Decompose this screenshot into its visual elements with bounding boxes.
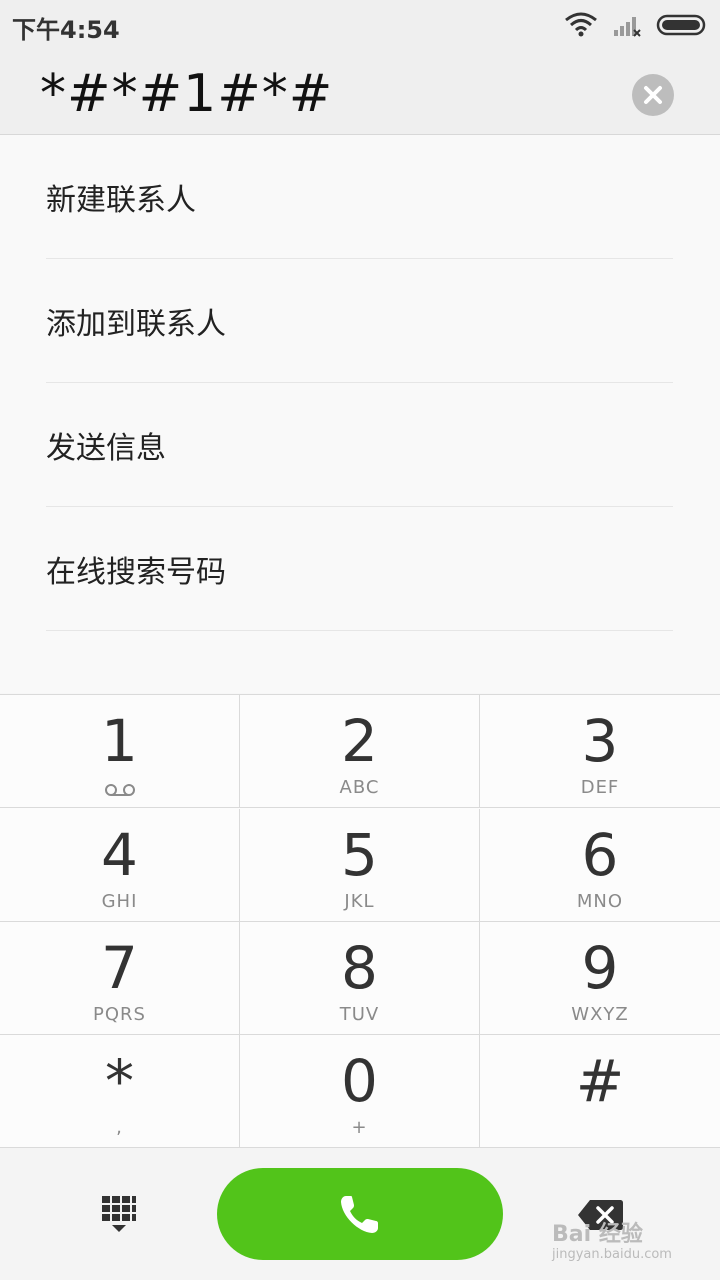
dialer-header: *#*#1#*# [0, 50, 720, 135]
key-0[interactable]: 0 + [240, 1035, 480, 1148]
option-new-contact[interactable]: 新建联系人 [46, 135, 673, 259]
key-letters: MNO [576, 891, 624, 912]
key-digit: 6 [581, 821, 619, 889]
key-digit: 3 [581, 707, 619, 775]
key-digit: 2 [341, 707, 378, 775]
key-digit: 0 [341, 1047, 378, 1115]
key-letters: PQRS [93, 1004, 146, 1025]
key-letters: JKL [344, 891, 375, 912]
key-star[interactable]: * , [0, 1035, 240, 1148]
key-letters: DEF [580, 777, 620, 798]
key-letters: WXYZ [571, 1004, 629, 1025]
key-4[interactable]: 4 GHI [0, 809, 240, 922]
key-digit: 9 [581, 934, 619, 1002]
status-icons [564, 10, 708, 40]
watermark-url: jingyan.baidu.com [552, 1247, 672, 1262]
dial-keypad: 1 2 ABC 3 DEF 4 GHI 5 JKL 6 MNO 7 PQRS 8… [0, 694, 720, 1149]
status-bar: 下午4:54 [0, 0, 720, 50]
key-digit: 7 [101, 934, 138, 1002]
close-icon [644, 86, 662, 104]
key-3[interactable]: 3 DEF [480, 695, 720, 808]
options-list: 新建联系人 添加到联系人 发送信息 在线搜索号码 [0, 135, 720, 693]
signal-icon [614, 17, 641, 37]
option-label: 在线搜索号码 [46, 555, 226, 590]
key-letters: GHI [101, 891, 138, 912]
watermark-brand: Bai 经验 [552, 1222, 643, 1247]
key-letters: TUV [339, 1004, 380, 1025]
key-9[interactable]: 9 WXYZ [480, 922, 720, 1035]
key-7[interactable]: 7 PQRS [0, 922, 240, 1035]
key-1[interactable]: 1 [0, 695, 240, 808]
key-letters: + [351, 1117, 368, 1138]
voicemail-icon [105, 784, 135, 796]
key-digit: 4 [101, 821, 138, 889]
key-digit: # [575, 1047, 625, 1115]
key-5[interactable]: 5 JKL [240, 809, 480, 922]
key-digit: 1 [101, 707, 138, 775]
dialpad-grid-icon[interactable] [98, 1192, 142, 1236]
phone-icon [341, 1196, 378, 1233]
clear-button[interactable] [632, 74, 674, 116]
dialed-number[interactable]: *#*#1#*# [40, 64, 333, 124]
key-8[interactable]: 8 TUV [240, 922, 480, 1035]
option-add-to-contact[interactable]: 添加到联系人 [46, 259, 673, 383]
option-send-message[interactable]: 发送信息 [46, 383, 673, 507]
key-hash[interactable]: # [480, 1035, 720, 1148]
key-digit: 8 [341, 934, 378, 1002]
status-time: 下午4:54 [12, 16, 120, 44]
key-digit: * [105, 1047, 134, 1115]
key-2[interactable]: 2 ABC [240, 695, 480, 808]
key-6[interactable]: 6 MNO [480, 809, 720, 922]
option-label: 发送信息 [46, 431, 166, 466]
key-letters: ABC [339, 777, 380, 798]
key-letters: , [116, 1117, 123, 1138]
call-button[interactable] [217, 1168, 503, 1260]
option-label: 新建联系人 [46, 183, 196, 218]
wifi-icon [565, 12, 597, 37]
key-digit: 5 [341, 821, 378, 889]
option-label: 添加到联系人 [46, 307, 226, 342]
battery-icon [656, 14, 706, 36]
option-search-number[interactable]: 在线搜索号码 [46, 507, 673, 631]
